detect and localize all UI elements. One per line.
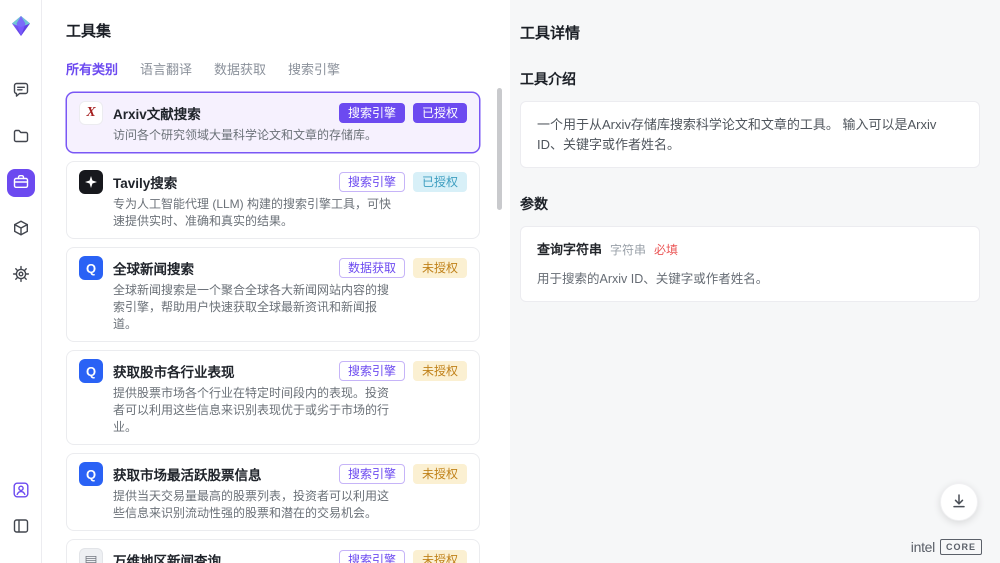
auth-status-badge: 未授权: [413, 258, 467, 278]
param-required-flag: 必填: [654, 241, 678, 259]
auth-status-badge: 已授权: [413, 172, 467, 192]
intro-card: 一个用于从Arxiv存储库搜索科学论文和文章的工具。 输入可以是Arxiv ID…: [520, 101, 980, 168]
category-tab[interactable]: 数据获取: [214, 59, 266, 78]
tool-title: Arxiv文献搜索: [113, 103, 331, 123]
tool-description: 访问各个研究领域大量科学论文和文章的存储库。: [113, 127, 393, 144]
intro-heading: 工具介绍: [520, 69, 980, 89]
param-name: 查询字符串: [537, 240, 602, 260]
auth-status-badge: 未授权: [413, 550, 467, 563]
list-scrollbar-thumb[interactable]: [497, 88, 502, 210]
panel-toggle-icon: [12, 517, 30, 538]
tool-tags: 搜索引擎 已授权: [339, 103, 467, 123]
tool-title: 万维地区新闻查询: [113, 550, 331, 563]
tool-description: 专为人工智能代理 (LLM) 构建的搜索引擎工具，可快速提供实时、准确和真实的结…: [113, 196, 393, 230]
tool-card[interactable]: 全球新闻搜索 数据获取 未授权 全球新闻搜索是一个聚合全球各大新闻网站内容的搜索…: [66, 247, 480, 342]
tool-card-list: Arxiv文献搜索 搜索引擎 已授权 访问各个研究领域大量科学论文和文章的存储库…: [66, 92, 480, 563]
core-wordmark: CORE: [940, 539, 982, 555]
tool-title: 全球新闻搜索: [113, 258, 331, 278]
briefcase-icon: [12, 173, 30, 194]
category-tab[interactable]: 语言翻译: [140, 59, 192, 78]
tool-tags: 搜索引擎 已授权: [339, 172, 467, 192]
tool-tags: 搜索引擎 未授权: [339, 361, 467, 381]
agent-icon: [12, 481, 30, 502]
intro-text: 一个用于从Arxiv存储库搜索科学论文和文章的工具。 输入可以是Arxiv ID…: [537, 117, 936, 152]
category-tag: 搜索引擎: [339, 464, 405, 484]
gear-icon: [12, 265, 30, 286]
tool-card-body: 获取股市各行业表现 搜索引擎 未授权 提供股票市场各个行业在特定时间段内的表现。…: [113, 359, 467, 436]
package-icon: [12, 219, 30, 240]
param-description: 用于搜索的Arxiv ID、关键字或作者姓名。: [537, 270, 963, 289]
tool-tags: 数据获取 未授权: [339, 258, 467, 278]
category-tag: 搜索引擎: [339, 550, 405, 563]
intel-core-logo: intel CORE: [911, 539, 982, 555]
agent-nav-button[interactable]: [7, 477, 35, 505]
tools-nav-button[interactable]: [7, 169, 35, 197]
tool-card-body: 获取市场最活跃股票信息 搜索引擎 未授权 提供当天交易量最高的股票列表，投资者可…: [113, 462, 467, 522]
tools-list-panel: 工具集 所有类别 语言翻译 数据获取 搜索引擎 Arxiv文献搜索 搜索引擎 已…: [42, 0, 510, 563]
tool-card[interactable]: 万维地区新闻查询 搜索引擎 未授权 查询具体行政区划内的新闻，快速了解各地新闻动: [66, 539, 480, 563]
category-tabs: 所有类别 语言翻译 数据获取 搜索引擎: [66, 59, 480, 78]
param-type: 字符串: [610, 241, 646, 259]
tool-title: 获取股市各行业表现: [113, 361, 331, 381]
tool-tags: 搜索引擎 未授权: [339, 550, 467, 563]
tool-card-body: Arxiv文献搜索 搜索引擎 已授权 访问各个研究领域大量科学论文和文章的存储库…: [113, 101, 467, 144]
category-tag: 搜索引擎: [339, 172, 405, 192]
download-button[interactable]: [940, 483, 978, 521]
tool-card[interactable]: Arxiv文献搜索 搜索引擎 已授权 访问各个研究领域大量科学论文和文章的存储库…: [66, 92, 480, 153]
tool-card[interactable]: 获取股市各行业表现 搜索引擎 未授权 提供股票市场各个行业在特定时间段内的表现。…: [66, 350, 480, 445]
tool-detail-panel: 工具详情 工具介绍 一个用于从Arxiv存储库搜索科学论文和文章的工具。 输入可…: [510, 0, 1000, 563]
category-tab[interactable]: 所有类别: [66, 59, 118, 78]
chat-nav-button[interactable]: [7, 77, 35, 105]
auth-status-badge: 未授权: [413, 361, 467, 381]
tool-title: 获取市场最活跃股票信息: [113, 464, 331, 484]
tool-description: 全球新闻搜索是一个聚合全球各大新闻网站内容的搜索引擎，帮助用户快速获取全球最新资…: [113, 282, 393, 333]
category-tag: 搜索引擎: [339, 361, 405, 381]
tool-card-body: 万维地区新闻查询 搜索引擎 未授权 查询具体行政区划内的新闻，快速了解各地新闻动: [113, 548, 467, 563]
chat-icon: [12, 81, 30, 102]
tool-description: 提供当天交易量最高的股票列表，投资者可以利用这些信息来识别流动性强的股票和潜在的…: [113, 488, 393, 522]
category-tag: 搜索引擎: [339, 103, 405, 123]
tool-icon: [79, 170, 103, 194]
tool-icon: [79, 462, 103, 486]
folder-icon: [12, 127, 30, 148]
category-tab[interactable]: 搜索引擎: [288, 59, 340, 78]
detail-panel-title: 工具详情: [520, 22, 980, 43]
params-heading: 参数: [520, 194, 980, 214]
download-icon: [950, 492, 968, 513]
tool-icon: [79, 359, 103, 383]
panel-toggle-button[interactable]: [7, 513, 35, 541]
tool-card[interactable]: Tavily搜索 搜索引擎 已授权 专为人工智能代理 (LLM) 构建的搜索引擎…: [66, 161, 480, 239]
param-card: 查询字符串 字符串 必填 用于搜索的Arxiv ID、关键字或作者姓名。: [520, 226, 980, 302]
tool-title: Tavily搜索: [113, 172, 331, 192]
tool-card-body: Tavily搜索 搜索引擎 已授权 专为人工智能代理 (LLM) 构建的搜索引擎…: [113, 170, 467, 230]
app-logo: [9, 14, 33, 41]
tool-card[interactable]: 获取市场最活跃股票信息 搜索引擎 未授权 提供当天交易量最高的股票列表，投资者可…: [66, 453, 480, 531]
tool-icon: [79, 101, 103, 125]
tool-tags: 搜索引擎 未授权: [339, 464, 467, 484]
category-tag: 数据获取: [339, 258, 405, 278]
tools-panel-title: 工具集: [66, 20, 480, 41]
icon-sidebar: [0, 0, 42, 563]
tool-card-body: 全球新闻搜索 数据获取 未授权 全球新闻搜索是一个聚合全球各大新闻网站内容的搜索…: [113, 256, 467, 333]
tool-icon: [79, 548, 103, 563]
intel-wordmark: intel: [911, 539, 935, 555]
auth-status-badge: 已授权: [413, 103, 467, 123]
auth-status-badge: 未授权: [413, 464, 467, 484]
files-nav-button[interactable]: [7, 123, 35, 151]
settings-nav-button[interactable]: [7, 261, 35, 289]
tool-icon: [79, 256, 103, 280]
tool-description: 提供股票市场各个行业在特定时间段内的表现。投资者可以利用这些信息来识别表现优于或…: [113, 385, 393, 436]
plugins-nav-button[interactable]: [7, 215, 35, 243]
